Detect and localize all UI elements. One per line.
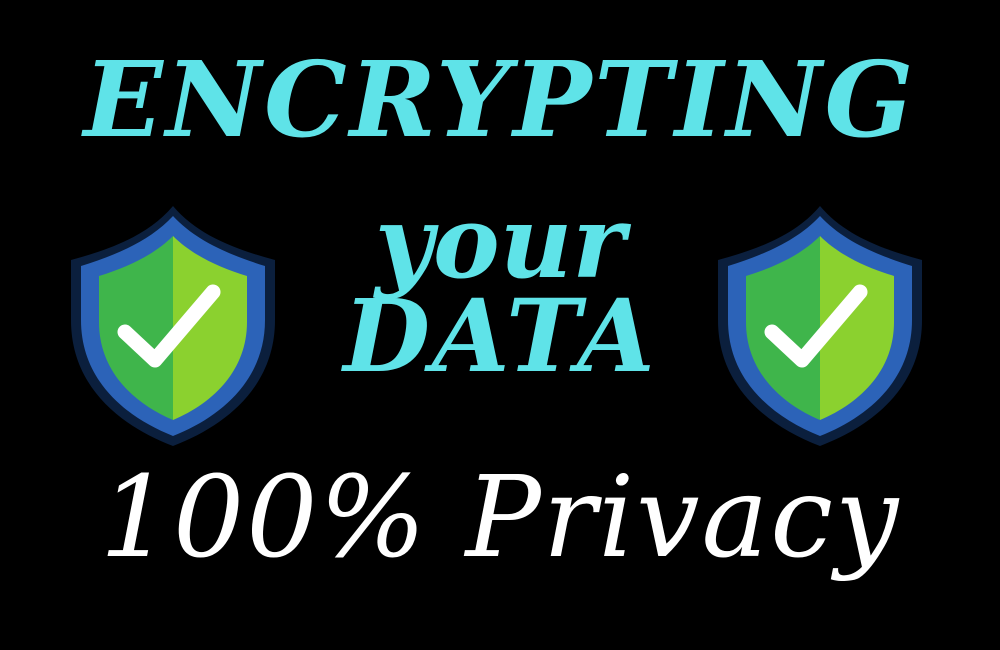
- headline-encrypting: ENCRYPTING: [83, 38, 917, 161]
- shield-check-icon: [710, 200, 930, 450]
- tagline-privacy: 100% Privacy: [99, 453, 901, 583]
- shield-check-icon: [63, 200, 283, 450]
- graphic-canvas: ENCRYPTING your DATA 100% Privacy: [0, 0, 1000, 650]
